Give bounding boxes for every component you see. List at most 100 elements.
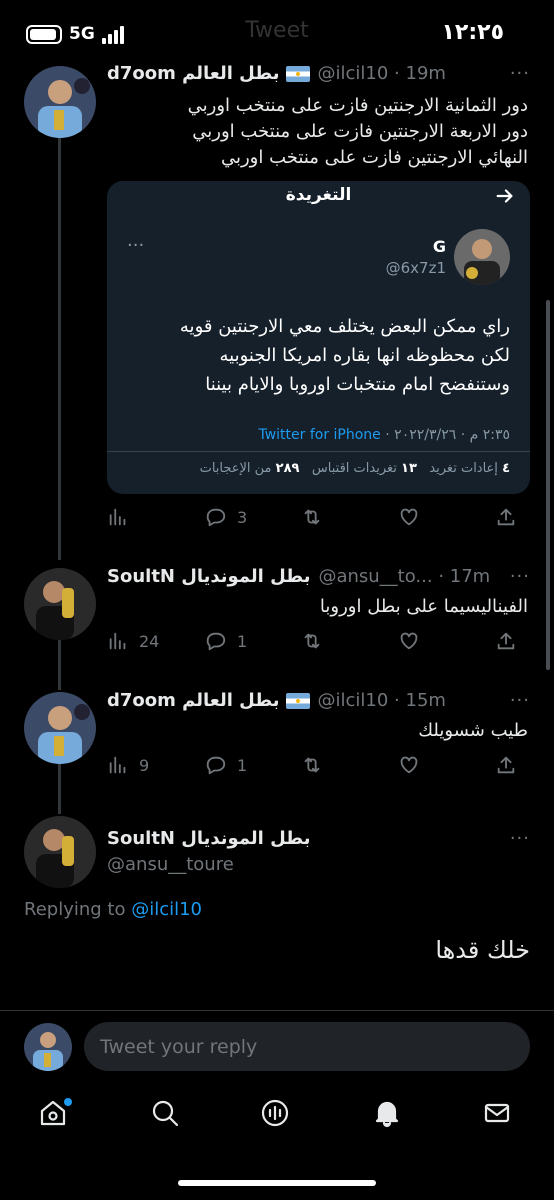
like-icon (400, 756, 418, 774)
quotes-label[interactable]: تغريدات اقتباس (312, 461, 397, 476)
argentina-flag-icon (285, 692, 310, 709)
display-name[interactable]: d7oom بطل العالم (107, 63, 280, 84)
reply-count: 3 (237, 507, 248, 527)
like-button[interactable] (398, 630, 420, 652)
thread-line (58, 138, 61, 560)
retweets-label[interactable]: إعادات تغريد (429, 461, 498, 476)
quote-avatar[interactable] (454, 229, 510, 285)
home-tab[interactable] (38, 1098, 72, 1132)
reply-icon (206, 508, 226, 527)
avatar[interactable] (24, 66, 96, 138)
reply-button[interactable]: 1 (205, 754, 247, 776)
more-icon[interactable]: ··· (510, 63, 530, 84)
likes-label[interactable]: من الإعجابات (200, 461, 272, 476)
notification-dot (64, 1098, 72, 1106)
quote-line: لكن محظوظه انها بقاره امريكا الجنوبيه (219, 345, 511, 366)
like-button[interactable] (398, 754, 420, 776)
mail-icon (484, 1103, 510, 1123)
tweet-header: SoultN بطل المونديال @ansu__to... · 17m (107, 566, 490, 587)
views-button[interactable]: 9 (107, 754, 149, 776)
divider (0, 1010, 554, 1011)
retweet-button[interactable] (301, 754, 323, 776)
share-button[interactable] (495, 630, 517, 652)
replying-prefix: Replying to (24, 899, 132, 920)
handle-time: @ilcil10 · 15m (317, 690, 446, 711)
tweet-line: دور الثمانية الارجنتين فازت على منتخب او… (187, 95, 528, 116)
avatar[interactable] (24, 568, 96, 640)
quote-display-name[interactable]: G (433, 237, 446, 256)
reply-button[interactable]: 1 (205, 630, 247, 652)
tweet-actions: 3 (107, 506, 529, 536)
notifications-tab[interactable] (372, 1098, 406, 1132)
quote-handle: @6x7z1 (385, 259, 446, 277)
tweet-line: النهائي الارجنتين فازت على منتخب اوربي (220, 147, 528, 168)
tweet-header: d7oom بطل العالم @ilcil10 · 19m (107, 63, 446, 84)
handle-time: @ilcil10 · 19m (317, 63, 446, 84)
quote-line: راي ممكن البعض يختلف معي الارجنتين قويه (179, 316, 510, 337)
tweet-line: دور الاربعة الارجنتين فازت على منتخب اور… (192, 121, 528, 142)
arrow-right-icon[interactable] (494, 185, 516, 207)
reply-icon (206, 632, 226, 651)
more-icon[interactable]: ··· (127, 235, 144, 256)
quotes-count: ١٣ (401, 461, 417, 476)
status-bar: Tweet 5G ١٢:٢٥ (0, 0, 554, 66)
quote-line: وستنفضح امام منتخبات اوروبا والايام بينن… (205, 374, 510, 395)
status-time: ١٢:٢٥ (441, 20, 504, 45)
battery-icon (26, 25, 62, 44)
quote-card-title: التغريدة (285, 185, 352, 205)
display-name[interactable]: SoultN بطل المونديال (107, 566, 310, 587)
reply-button[interactable]: 3 (205, 506, 247, 528)
network-type: 5G (69, 24, 95, 44)
reply-input[interactable] (84, 1022, 530, 1071)
more-icon[interactable]: ··· (510, 690, 530, 711)
signal-icon (102, 26, 126, 44)
share-button[interactable] (495, 506, 517, 528)
replying-to-link[interactable]: @ilcil10 (131, 899, 202, 920)
more-icon[interactable]: ··· (510, 566, 530, 587)
reply-avatar[interactable] (24, 1023, 72, 1071)
focused-tweet-text: خلك قدها (435, 936, 530, 964)
messages-tab[interactable] (482, 1098, 516, 1132)
reply-count: 1 (237, 631, 248, 651)
views-icon (109, 632, 126, 650)
retweet-button[interactable] (301, 630, 323, 652)
retweet-button[interactable] (301, 506, 323, 528)
like-icon (400, 508, 418, 526)
quote-meta: ٢:٣٥ م · ٢٠٢٢/٣/٢٦ · Twitter for iPhone (258, 427, 510, 443)
bell-icon (375, 1101, 399, 1128)
tweet-text: دور الثمانية الارجنتين فازت على منتخب او… (108, 93, 528, 171)
views-button[interactable] (107, 506, 139, 528)
focused-display-name[interactable]: SoultN بطل المونديال (107, 828, 310, 849)
handle-time: @ansu__to... · 17m (318, 566, 491, 587)
spaces-icon (261, 1099, 289, 1127)
quoted-tweet-card[interactable]: التغريدة ··· G @6x7z1 راي ممكن البعض يخت… (107, 181, 530, 494)
tweet-actions: 24 1 (107, 630, 529, 660)
quote-source-link[interactable]: Twitter for iPhone (258, 427, 380, 443)
views-button[interactable]: 24 (107, 630, 159, 652)
display-name[interactable]: d7oom بطل العالم (107, 690, 280, 711)
home-indicator (178, 1180, 376, 1186)
tweet-line: الفيناليسيما على بطل اوروبا (319, 596, 528, 617)
reply-icon (206, 756, 226, 775)
replying-to: Replying to @ilcil10 (24, 899, 202, 920)
tweet-text: الفيناليسيما على بطل اوروبا (108, 594, 528, 620)
like-button[interactable] (398, 506, 420, 528)
views-count: 24 (139, 631, 160, 651)
spaces-tab[interactable] (260, 1098, 294, 1132)
avatar[interactable] (24, 692, 96, 764)
retweets-count: ٤ (502, 461, 510, 476)
views-icon (109, 756, 126, 774)
more-icon[interactable]: ··· (510, 828, 530, 849)
retweet-icon (304, 509, 320, 525)
avatar[interactable] (24, 816, 96, 888)
retweet-icon (304, 633, 320, 649)
views-icon (109, 508, 126, 526)
share-button[interactable] (495, 754, 517, 776)
quote-stats: ٤ إعادات تغريد ١٣ تغريدات اقتباس ٢٨٩ من … (200, 461, 510, 476)
share-icon (497, 632, 515, 650)
reply-count: 1 (237, 755, 248, 775)
search-tab[interactable] (150, 1098, 184, 1132)
like-icon (400, 632, 418, 650)
scrollbar[interactable] (546, 300, 550, 670)
focused-handle: @ansu__toure (107, 854, 234, 875)
